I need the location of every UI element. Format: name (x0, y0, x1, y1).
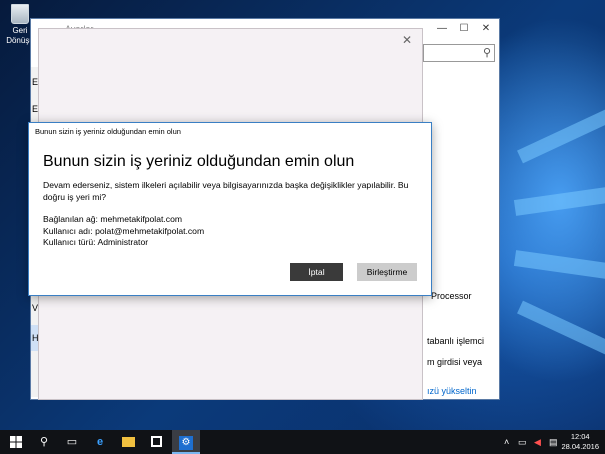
wallpaper-beam (513, 184, 605, 216)
search-icon[interactable]: ⚲ (30, 430, 58, 454)
task-view-icon[interactable]: ▭ (58, 430, 86, 454)
chevron-up-icon[interactable]: ˄ (504, 430, 509, 454)
wallpaper-beam (513, 250, 605, 282)
file-explorer-icon[interactable] (114, 430, 142, 454)
notifications-icon[interactable]: ▤ (549, 430, 558, 454)
clock-date: 28.04.2016 (561, 442, 599, 451)
dialog-message: Devam ederseniz, sistem ilkeleri açılabi… (43, 180, 415, 203)
close-icon[interactable]: ✕ (475, 22, 497, 36)
wallpaper-beam (517, 300, 605, 360)
search-input[interactable]: ⚲ (423, 44, 495, 62)
dialog-title: Bunun sizin iş yeriniz olduğundan emin o… (35, 127, 181, 136)
network-info: Bağlanılan ağ: mehmetakifpolat.com (43, 214, 183, 224)
dialog-message-line: Devam ederseniz, sistem ilkeleri açılabi… (43, 180, 409, 190)
edge-browser-icon[interactable]: e (86, 430, 114, 454)
search-icon: ⚲ (482, 47, 491, 59)
maximize-icon[interactable]: ☐ (453, 22, 475, 36)
network-icon[interactable]: ▭ (518, 430, 527, 454)
confirm-dialog: Bunun sizin iş yeriniz olduğundan emin o… (28, 122, 432, 296)
taskbar: ⚲ ▭ e ⚙ ˄ ▭ ◀ ▤ 12:04 28.04.2016 (0, 430, 605, 454)
volume-muted-icon[interactable]: ◀ (534, 430, 541, 454)
wallpaper-beam (517, 104, 605, 164)
close-icon[interactable]: ✕ (402, 33, 412, 47)
windows-logo-icon (10, 436, 22, 448)
dialog-message-line: doğru iş yeri mi? (43, 191, 107, 202)
cancel-button[interactable]: İptal (290, 263, 343, 281)
recycle-bin-icon (11, 4, 29, 24)
dialog-heading: Bunun sizin iş yeriniz olduğundan emin o… (43, 153, 355, 170)
clock[interactable]: 12:04 28.04.2016 (561, 432, 599, 452)
upgrade-link[interactable]: ızü yükseltin (427, 386, 477, 396)
settings-gear-icon[interactable]: ⚙ (172, 430, 200, 454)
usertype-info: Kullanıcı türü: Administrator (43, 237, 149, 247)
settings-text: m girdisi veya (427, 357, 483, 367)
clock-time: 12:04 (570, 432, 590, 441)
minimize-icon[interactable]: — (431, 22, 453, 36)
dialog-details: Bağlanılan ağ: mehmetakifpolat.com Kulla… (43, 214, 204, 249)
settings-text: tabanlı işlemci (427, 336, 485, 346)
start-button[interactable] (2, 430, 30, 454)
settings-text: Processor (431, 291, 472, 301)
store-icon[interactable] (142, 430, 170, 454)
join-button[interactable]: Birleştirme (357, 263, 417, 281)
username-info: Kullanıcı adı: polat@mehmetakifpolat.com (43, 225, 205, 236)
